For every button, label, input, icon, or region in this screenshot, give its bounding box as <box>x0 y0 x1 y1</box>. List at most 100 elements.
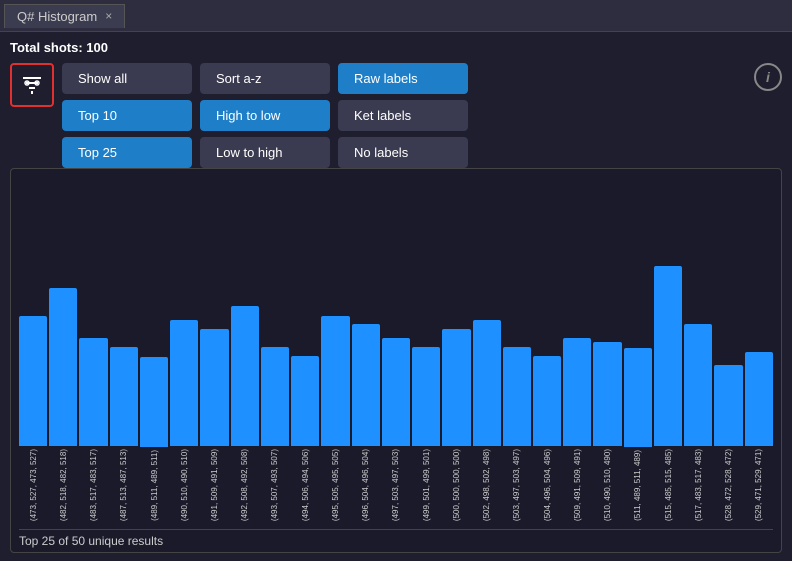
label-button-group: Raw labels Ket labels No labels <box>338 63 468 168</box>
bar <box>261 347 289 446</box>
top-25-button[interactable]: Top 25 <box>62 137 192 168</box>
bar-wrapper: (490, 510, 490, 510) <box>170 177 198 521</box>
bar <box>79 338 107 446</box>
bar <box>140 357 168 447</box>
high-to-low-button[interactable]: High to low <box>200 100 330 131</box>
bar-label: (499, 501, 499, 501) <box>422 449 431 521</box>
total-shots: Total shots: 100 <box>10 40 782 55</box>
bar-wrapper: (503, 497, 503, 497) <box>503 177 531 521</box>
bar-wrapper: (491, 509, 491, 509) <box>200 177 228 521</box>
ket-labels-button[interactable]: Ket labels <box>338 100 468 131</box>
bar <box>503 347 531 446</box>
bar-wrapper: (500, 500, 500, 500) <box>442 177 470 521</box>
bar-label: (490, 510, 490, 510) <box>180 449 189 521</box>
bar-label: (496, 504, 496, 504) <box>361 449 370 521</box>
bar-label: (500, 500, 500, 500) <box>452 449 461 521</box>
bar <box>352 324 380 446</box>
bar-wrapper: (482, 518, 482, 518) <box>49 177 77 521</box>
bar-label: (495, 505, 495, 505) <box>331 449 340 521</box>
bar-wrapper: (517, 483, 517, 483) <box>684 177 712 521</box>
bar <box>714 365 742 446</box>
bar <box>321 316 349 446</box>
bar-label: (515, 485, 515, 485) <box>664 449 673 521</box>
bar-wrapper: (483, 517, 483, 517) <box>79 177 107 521</box>
bar-label: (489, 511, 489, 511) <box>150 450 159 521</box>
bar <box>533 356 561 446</box>
chart-footer: Top 25 of 50 unique results <box>19 529 773 548</box>
bar-label: (483, 517, 483, 517) <box>89 449 98 521</box>
bar <box>473 320 501 446</box>
bar <box>382 338 410 446</box>
bar <box>624 348 652 447</box>
bar <box>412 347 440 446</box>
bar-wrapper: (502, 498, 502, 498) <box>473 177 501 521</box>
bar-wrapper: (497, 503, 497, 503) <box>382 177 410 521</box>
raw-labels-button[interactable]: Raw labels <box>338 63 468 94</box>
show-all-button[interactable]: Show all <box>62 63 192 94</box>
bar-wrapper: (504, 496, 504, 496) <box>533 177 561 521</box>
bar-label: (497, 503, 497, 503) <box>391 449 400 521</box>
bar-label: (529, 471, 529, 471) <box>754 449 763 521</box>
bar <box>563 338 591 446</box>
bar <box>200 329 228 446</box>
bar-wrapper: (528, 472, 528, 472) <box>714 177 742 521</box>
chart-area: (473, 527, 473, 527) (482, 518, 482, 518)… <box>10 168 782 553</box>
bar <box>49 288 77 446</box>
bar-wrapper: (499, 501, 499, 501) <box>412 177 440 521</box>
bars-container: (473, 527, 473, 527) (482, 518, 482, 518)… <box>19 177 773 525</box>
bar-wrapper: (515, 485, 515, 485) <box>654 177 682 521</box>
bar <box>654 266 682 446</box>
bar-label: (528, 472, 528, 472) <box>724 449 733 521</box>
bar-wrapper: (496, 504, 496, 504) <box>352 177 380 521</box>
bar <box>291 356 319 446</box>
tab-close-button[interactable]: × <box>105 9 112 23</box>
bar-label: (492, 508, 492, 508) <box>240 449 249 521</box>
window-bar: Q# Histogram × <box>0 0 792 32</box>
sort-button-group: Sort a-z High to low Low to high <box>200 63 330 168</box>
bar <box>593 342 621 446</box>
no-labels-button[interactable]: No labels <box>338 137 468 168</box>
bar-wrapper: (489, 511, 489, 511) <box>140 177 168 521</box>
bar-label: (487, 513, 487, 513) <box>119 449 128 521</box>
sort-az-button[interactable]: Sort a-z <box>200 63 330 94</box>
bar <box>442 329 470 446</box>
bar-label: (510, 490, 510, 490) <box>603 449 612 521</box>
bar-label: (491, 509, 491, 509) <box>210 449 219 521</box>
bar <box>231 306 259 446</box>
bar-label: (494, 506, 494, 506) <box>301 449 310 521</box>
bar-label: (511, 489, 511, 489) <box>633 450 642 521</box>
bar <box>110 347 138 446</box>
filter-button-group: Show all Top 10 Top 25 <box>62 63 192 168</box>
bar-wrapper: (494, 506, 494, 506) <box>291 177 319 521</box>
bar-wrapper: (509, 491, 509, 491) <box>563 177 591 521</box>
bar <box>19 316 47 446</box>
bar-label: (509, 491, 509, 491) <box>573 449 582 521</box>
bar-wrapper: (487, 513, 487, 513) <box>110 177 138 521</box>
bar <box>170 320 198 446</box>
bar-wrapper: (529, 471, 529, 471) <box>745 177 773 521</box>
bar-label: (473, 527, 473, 527) <box>29 449 38 521</box>
bar-label: (517, 483, 517, 483) <box>694 449 703 521</box>
bar <box>684 324 712 446</box>
bar <box>745 352 773 446</box>
bar-label: (482, 518, 482, 518) <box>59 449 68 521</box>
bar-wrapper: (492, 508, 492, 508) <box>231 177 259 521</box>
low-to-high-button[interactable]: Low to high <box>200 137 330 168</box>
filter-icon <box>20 73 44 97</box>
bar-wrapper: (511, 489, 511, 489) <box>624 177 652 521</box>
bar-label: (503, 497, 503, 497) <box>512 449 521 521</box>
info-button[interactable]: i <box>754 63 782 91</box>
bar-wrapper: (495, 505, 495, 505) <box>321 177 349 521</box>
top-10-button[interactable]: Top 10 <box>62 100 192 131</box>
tab-label: Q# Histogram <box>17 9 97 24</box>
content-area: Total shots: 100 Show all Top 10 Top 25 … <box>0 32 792 561</box>
bar-label: (493, 507, 493, 507) <box>270 449 279 521</box>
bar-label: (502, 498, 502, 498) <box>482 449 491 521</box>
bar-wrapper: (473, 527, 473, 527) <box>19 177 47 521</box>
bar-wrapper: (510, 490, 510, 490) <box>593 177 621 521</box>
controls-wrapper: Show all Top 10 Top 25 Sort a-z High to … <box>10 63 782 168</box>
histogram-tab[interactable]: Q# Histogram × <box>4 4 125 28</box>
bar-label: (504, 496, 504, 496) <box>543 449 552 521</box>
filter-icon-button[interactable] <box>10 63 54 107</box>
bar-wrapper: (493, 507, 493, 507) <box>261 177 289 521</box>
